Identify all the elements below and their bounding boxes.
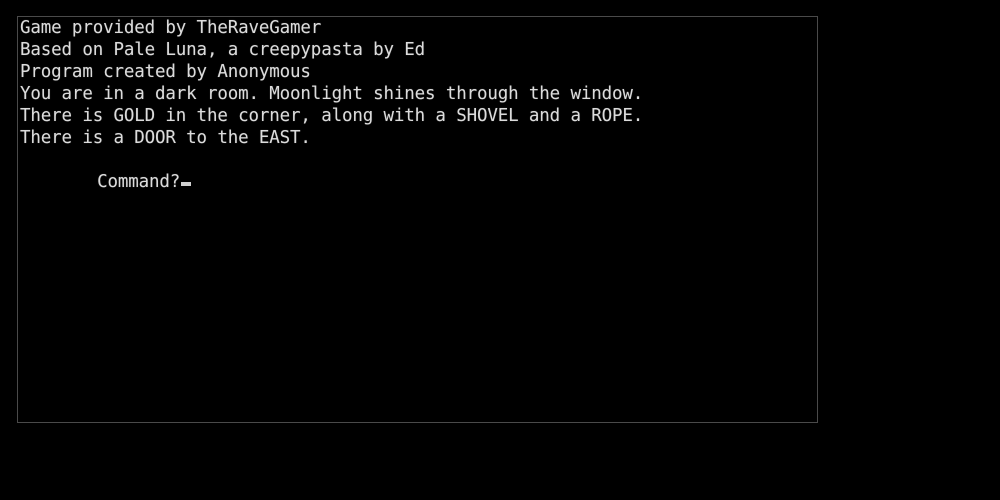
console-line: You are in a dark room. Moonlight shines… [20,84,644,104]
command-prompt-line[interactable]: Command? [20,149,817,192]
console-line: Game provided by TheRaveGamer [20,18,322,38]
console-line: Based on Pale Luna, a creepypasta by Ed [20,40,426,60]
console-line: There is a DOOR to the EAST. [20,128,311,148]
console-line: There is GOLD in the corner, along with … [20,106,644,126]
screen: Game provided by TheRaveGamer Based on P… [0,0,1000,500]
text-cursor-icon [181,182,192,186]
command-prompt-label: Command? [97,172,181,192]
console-output: Game provided by TheRaveGamer Based on P… [20,17,817,192]
terminal-console[interactable]: Game provided by TheRaveGamer Based on P… [17,16,818,423]
console-line: Program created by Anonymous [20,62,311,82]
